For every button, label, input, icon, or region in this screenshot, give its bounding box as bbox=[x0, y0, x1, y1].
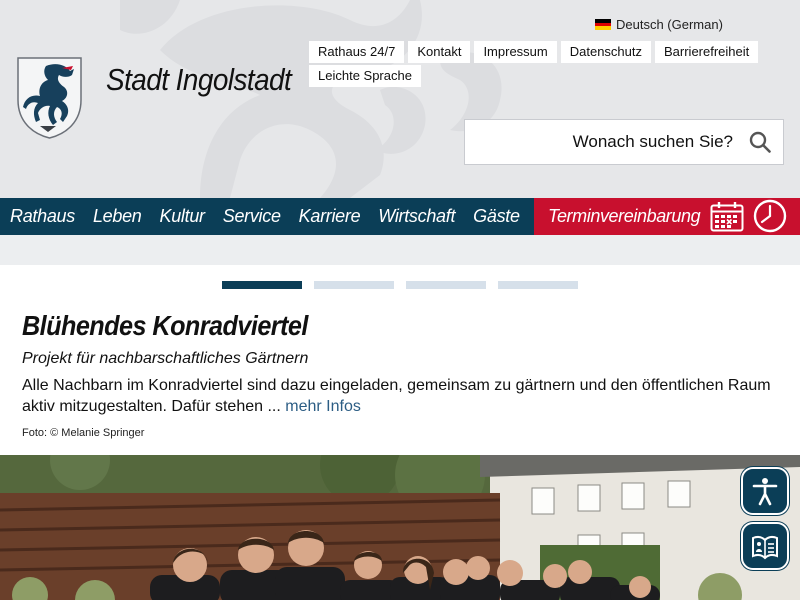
more-info-link[interactable]: mehr Infos bbox=[285, 398, 361, 415]
search-box[interactable]: Wonach suchen Sie? bbox=[464, 119, 784, 165]
search-placeholder: Wonach suchen Sie? bbox=[572, 132, 733, 151]
content-separator-band bbox=[0, 235, 800, 265]
slider-dot-2[interactable] bbox=[314, 281, 394, 289]
site-title[interactable]: Stadt Ingolstadt bbox=[106, 62, 292, 98]
easy-language-book-icon bbox=[752, 535, 778, 560]
easy-language-button[interactable] bbox=[741, 522, 789, 570]
slider-indicators bbox=[222, 281, 578, 289]
nav-leben[interactable]: Leben bbox=[93, 206, 142, 227]
main-navigation: Rathaus Leben Kultur Service Karriere Wi… bbox=[0, 198, 534, 235]
service-links: Rathaus 24/7 Kontakt Impressum Datenschu… bbox=[309, 41, 769, 87]
teaser-subtitle: Projekt für nachbarschaftliches Gärtnern bbox=[22, 350, 309, 367]
teaser-text: Alle Nachbarn im Konradviertel sind dazu… bbox=[22, 375, 782, 417]
search-icon[interactable] bbox=[749, 131, 771, 153]
calendar-icon bbox=[710, 202, 744, 232]
toplink-rathaus-24-7[interactable]: Rathaus 24/7 bbox=[309, 41, 405, 63]
toplink-barrierefreiheit[interactable]: Barrierefreiheit bbox=[655, 41, 759, 63]
toplink-leichte-sprache[interactable]: Leichte Sprache bbox=[309, 65, 421, 87]
language-selector[interactable]: Deutsch (German) bbox=[595, 17, 723, 32]
nav-karriere[interactable]: Karriere bbox=[299, 206, 361, 227]
language-label: Deutsch (German) bbox=[616, 17, 723, 32]
teaser-body: Alle Nachbarn im Konradviertel sind dazu… bbox=[22, 377, 771, 415]
toplink-kontakt[interactable]: Kontakt bbox=[408, 41, 471, 63]
clock-icon bbox=[753, 199, 787, 233]
group-photo-illustration bbox=[0, 455, 800, 600]
toplink-datenschutz[interactable]: Datenschutz bbox=[560, 41, 651, 63]
slider-dot-3[interactable] bbox=[406, 281, 486, 289]
nav-rathaus[interactable]: Rathaus bbox=[10, 206, 75, 227]
german-flag-icon bbox=[595, 19, 611, 31]
city-crest-logo[interactable] bbox=[16, 56, 83, 140]
accessibility-person-icon bbox=[752, 478, 778, 506]
appointment-label: Terminvereinbarung bbox=[548, 206, 701, 226]
site-header: Deutsch (German) Rathaus 24/7 Kontakt Im… bbox=[0, 0, 800, 198]
nav-gaeste[interactable]: Gäste bbox=[473, 206, 520, 227]
teaser-photo bbox=[0, 455, 800, 600]
slider-dot-4[interactable] bbox=[498, 281, 578, 289]
photo-credit: Foto: © Melanie Springer bbox=[22, 427, 145, 439]
nav-wirtschaft[interactable]: Wirtschaft bbox=[378, 206, 455, 227]
toplink-impressum[interactable]: Impressum bbox=[474, 41, 557, 63]
nav-service[interactable]: Service bbox=[223, 206, 281, 227]
accessibility-button[interactable] bbox=[741, 467, 789, 515]
nav-kultur[interactable]: Kultur bbox=[160, 206, 206, 227]
slider-dot-1[interactable] bbox=[222, 281, 302, 289]
teaser-title: Blühendes Konradviertel bbox=[22, 310, 308, 341]
